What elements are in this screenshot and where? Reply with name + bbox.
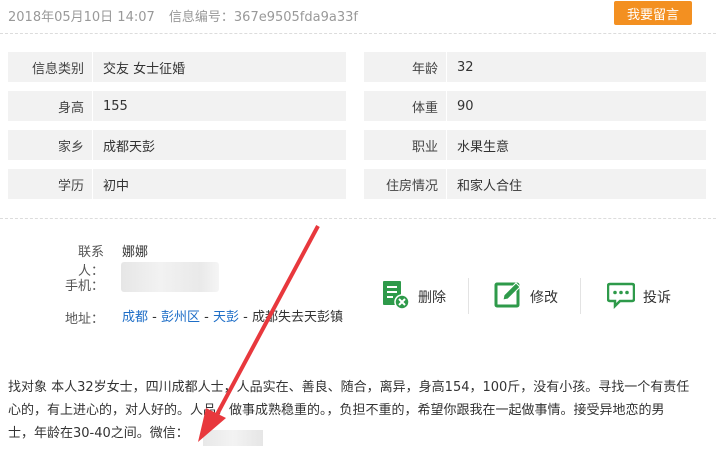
category-value: 交友 女士征婚 — [92, 52, 346, 82]
post-date: 2018年05月10日 14:07 — [8, 10, 155, 25]
info-row-age: 年龄 32 — [364, 52, 706, 82]
address-separator: - — [238, 310, 252, 325]
divider — [0, 33, 716, 34]
info-row-category: 信息类别 交友 女士征婚 — [8, 52, 346, 82]
report-button[interactable]: 投诉 — [606, 280, 671, 314]
address-detail: 成都失去天彭镇 — [251, 310, 343, 325]
description: 找对象 本人32岁女士，四川成都人士，人品实在、善良、随合，离异，身高154，1… — [8, 376, 708, 445]
occupation-label: 职业 — [411, 139, 438, 155]
edit-label: 修改 — [530, 290, 558, 306]
info-row-weight: 体重 90 — [364, 91, 706, 121]
address-city-link[interactable]: 成都 — [122, 310, 148, 325]
address-label: 地址： — [64, 312, 104, 327]
weight-value: 90 — [446, 91, 706, 121]
info-row-height: 身高 155 — [8, 91, 346, 121]
education-label: 学历 — [57, 178, 84, 194]
info-id: 信息编号：367e9505fda9a33f — [168, 10, 358, 25]
phone-label: 手机： — [64, 279, 104, 294]
age-value: 32 — [446, 52, 706, 82]
edit-button[interactable]: 修改 — [494, 281, 558, 313]
info-row-education: 学历 初中 — [8, 169, 346, 199]
leave-message-button[interactable]: 我要留言 — [614, 1, 692, 25]
post-meta: 2018年05月10日 14:07 信息编号：367e9505fda9a33f — [8, 6, 358, 25]
delete-label: 删除 — [418, 290, 446, 306]
hometown-value: 成都天彭 — [92, 130, 346, 160]
report-label: 投诉 — [643, 290, 671, 306]
description-line: 心的，有上进心的，对人好的。人品，做事成熟稳重的。，负担不重的，希望你跟我在一起… — [8, 403, 665, 418]
divider — [580, 278, 581, 314]
age-label: 年龄 — [411, 61, 438, 77]
contact-person-label: 联系人： — [77, 245, 104, 279]
housing-label: 住房情况 — [385, 178, 438, 194]
address: 成都 - 彭州区 - 天彭 - 成都失去天彭镇 — [122, 305, 352, 330]
delete-icon — [382, 280, 410, 314]
address-district-link[interactable]: 彭州区 — [161, 310, 200, 325]
address-town-link[interactable]: 天彭 — [213, 310, 239, 325]
hometown-label: 家乡 — [57, 139, 84, 155]
occupation-value: 水果生意 — [446, 130, 706, 160]
edit-icon — [494, 280, 522, 314]
address-separator: - — [148, 310, 161, 325]
wechat-id-blurred — [203, 430, 263, 446]
delete-button[interactable]: 删除 — [382, 281, 446, 313]
weight-label: 体重 — [411, 100, 438, 116]
description-line: 找对象 本人32岁女士，四川成都人士，人品实在、善良、随合，离异，身高154，1… — [8, 380, 690, 395]
housing-value: 和家人合住 — [446, 169, 706, 199]
info-row-hometown: 家乡 成都天彭 — [8, 130, 346, 160]
info-row-occupation: 职业 水果生意 — [364, 130, 706, 160]
contact-person: 娜娜 — [122, 245, 149, 260]
divider — [468, 278, 469, 314]
chat-bubble-icon — [606, 280, 636, 314]
divider — [0, 218, 716, 219]
category-label: 信息类别 — [31, 61, 84, 77]
info-row-housing: 住房情况 和家人合住 — [364, 169, 706, 199]
height-value: 155 — [92, 91, 346, 121]
height-label: 身高 — [57, 100, 84, 116]
phone-number-blurred — [121, 262, 219, 292]
description-line: 士，年龄在30-40之间。微信： — [8, 426, 189, 441]
education-value: 初中 — [92, 169, 346, 199]
address-separator: - — [200, 310, 213, 325]
